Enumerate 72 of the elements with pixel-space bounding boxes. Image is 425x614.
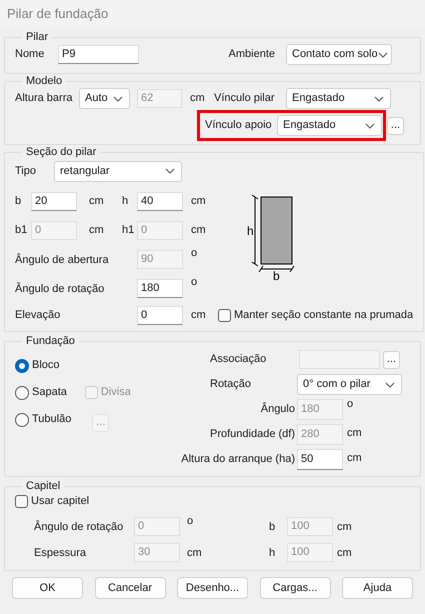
dropdown[interactable]: 0° com o pilar (297, 374, 402, 395)
group-title: Modelo (25, 75, 64, 88)
field-label: Altura do arranque (ha) (180, 453, 296, 466)
field-label: Elevação (15, 309, 62, 322)
input-field[interactable]: 40 (137, 192, 183, 211)
dimension-label: h (247, 224, 254, 238)
field-label: h (122, 195, 130, 208)
field-label: Espessura (34, 547, 87, 560)
field-label: Ambiente (228, 48, 275, 61)
field-label: h (269, 547, 276, 560)
chevron-down-icon (385, 382, 395, 388)
chevron-down-icon (113, 96, 123, 102)
unit-label: cm (190, 92, 206, 105)
ellipsis-button[interactable]: ... (387, 116, 404, 134)
group-title: Capitel (25, 480, 62, 493)
dropdown[interactable]: retangular (54, 160, 182, 182)
input-field[interactable]: 0 (137, 306, 183, 325)
unit-label: o (347, 398, 354, 411)
field-label: b1 (15, 224, 28, 237)
dropdown[interactable]: Engastado (286, 88, 391, 109)
unit-label: cm (89, 224, 105, 237)
dialog-button[interactable]: OK (12, 577, 83, 599)
chevron-down-icon (165, 168, 175, 174)
unit-label: cm (187, 547, 203, 560)
unit-label: o (191, 276, 198, 289)
unit-label: cm (191, 195, 206, 208)
input-field[interactable]: 50 (297, 449, 343, 470)
unit-label: cm (191, 309, 207, 322)
field-label: Altura barra (15, 92, 74, 105)
dialog-button[interactable]: Ajuda (342, 577, 413, 599)
group-title: Fundação (25, 335, 76, 348)
unit-label: o (187, 515, 194, 528)
unit-label: cm (347, 427, 362, 440)
dialog-button[interactable]: Cancelar (94, 577, 166, 599)
radio-button[interactable]: Sapata (15, 386, 67, 400)
field-label: Ângulo de abertura (15, 254, 110, 267)
field-label: Nome (15, 48, 46, 61)
input-field[interactable]: 180 (137, 279, 183, 298)
dimension-label: b (273, 269, 280, 281)
field-label: Tipo (15, 164, 37, 178)
radio-button[interactable]: Tubulão (15, 412, 72, 426)
chevron-down-icon (365, 122, 375, 128)
unit-label: cm (347, 452, 362, 465)
field-label: Ângulo de rotação (34, 521, 124, 534)
checkbox[interactable]: Usar capitel (15, 495, 90, 508)
group-title: Seção do pilar (25, 146, 98, 159)
chevron-down-icon (374, 96, 384, 102)
input-field[interactable]: P9 (58, 45, 139, 64)
unit-label: cm (337, 547, 352, 560)
unit-label: cm (191, 224, 206, 237)
field-label: Ângulo de rotação (15, 283, 106, 296)
unit-label: cm (89, 195, 105, 208)
input-field[interactable]: 20 (31, 192, 77, 211)
dialog-button[interactable]: Desenho... (177, 577, 248, 599)
dropdown[interactable]: Engastado (277, 115, 382, 136)
field-label: b (269, 521, 276, 534)
checkbox[interactable]: Manter seção constante na prumada (218, 309, 414, 322)
unit-label: cm (337, 521, 352, 534)
field-label: Vínculo apoio (205, 119, 273, 132)
group-title: Pilar (25, 31, 50, 44)
dialog-button[interactable]: Cargas... (260, 577, 330, 599)
radio-button[interactable]: Bloco (15, 358, 60, 372)
unit-label: o (191, 247, 198, 260)
field-label: h1 (122, 224, 136, 237)
field-label: Vínculo pilar (214, 92, 276, 105)
dropdown[interactable]: Contato com solo (286, 44, 392, 65)
field-label: Profundidade (df) (209, 428, 296, 441)
chevron-down-icon (378, 52, 388, 58)
field-label: Associação (210, 353, 268, 366)
field-label: Ângulo (260, 403, 296, 416)
field-label: Rotação (210, 378, 252, 391)
field-label: b (15, 195, 22, 208)
